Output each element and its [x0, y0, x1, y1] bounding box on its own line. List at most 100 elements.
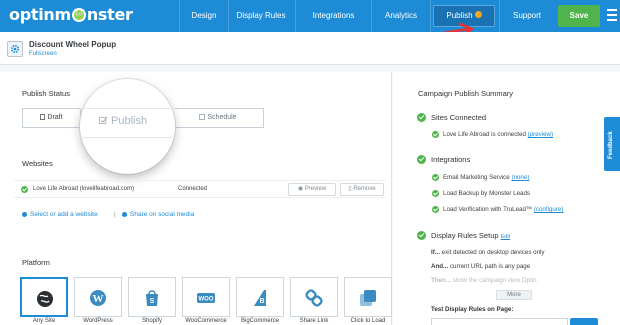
- link-separator: |: [114, 211, 116, 218]
- websites-heading: Websites: [22, 159, 53, 168]
- nav-publish-label: Publish: [446, 11, 473, 20]
- nav-support[interactable]: Support: [500, 0, 554, 32]
- tab-schedule[interactable]: Schedule: [173, 109, 263, 127]
- woocommerce-icon: WOO: [197, 293, 215, 303]
- svg-text:S: S: [150, 298, 155, 305]
- display-rules-edit-link[interactable]: Edit: [501, 234, 510, 240]
- plus-circle-icon: [22, 211, 27, 217]
- display-rules-heading: Display Rules Setup Edit: [431, 231, 510, 240]
- rule-line-2: And... current URL path is any page: [431, 263, 530, 270]
- website-status: Connected: [178, 186, 208, 192]
- publish-summary-panel: [393, 72, 620, 325]
- platform-bigcommerce[interactable]: B: [236, 277, 284, 317]
- document-icon: [40, 114, 46, 120]
- globe-icon: [37, 291, 53, 307]
- tab-draft-label: Draft: [47, 114, 63, 121]
- campaign-type-link[interactable]: Fullscreen: [29, 51, 57, 57]
- site-connected-text: Love Life Abroad is connected: [443, 131, 526, 138]
- wordpress-icon: W: [90, 290, 106, 306]
- preview-button[interactable]: ◉ Preview: [288, 183, 336, 196]
- test-page-url-input[interactable]: [431, 318, 568, 325]
- optinmonster-logo[interactable]: optinmonster optinmnster: [9, 5, 133, 24]
- add-website-link[interactable]: Select or add a website: [22, 211, 98, 218]
- sites-connected-heading: Sites Connected: [431, 113, 487, 122]
- platform-click-to-load[interactable]: [344, 277, 392, 317]
- logo-wordmark-part1: optinm: [9, 5, 71, 24]
- trulead-configure-link[interactable]: (configure): [534, 206, 564, 213]
- check-icon: [432, 174, 439, 181]
- check-icon: [432, 190, 439, 197]
- nav-display-rules[interactable]: Display Rules: [229, 0, 293, 32]
- monster-mascot-icon: [71, 8, 86, 22]
- remove-label: Remove: [353, 186, 376, 192]
- test-rules-label: Test Display Rules on Page:: [431, 306, 514, 313]
- calendar-icon: [199, 114, 206, 120]
- save-button[interactable]: Save: [558, 5, 600, 27]
- magnified-publish-tab[interactable]: Publish: [80, 79, 175, 174]
- platform-label: BigCommerce: [240, 318, 279, 324]
- campaign-settings-button[interactable]: [7, 41, 23, 57]
- integrations-check-icon: [417, 155, 426, 164]
- test-rules-button[interactable]: [570, 318, 598, 325]
- platform-label: Shopify: [141, 318, 162, 324]
- bigcommerce-icon: B: [254, 290, 266, 306]
- platform-any-site[interactable]: [20, 277, 68, 317]
- campaign-title: Discount Wheel Popup: [29, 40, 117, 49]
- rule-if: If...: [431, 249, 440, 256]
- website-row: Love Life Abroad (lovelifeabroad.com) Co…: [14, 180, 386, 198]
- connected-check-icon: [21, 186, 28, 193]
- campaign-header: Discount Wheel Popup Fullscreen: [0, 32, 620, 65]
- svg-text:W: W: [93, 293, 104, 305]
- feedback-label: Feedback: [608, 131, 614, 159]
- publish-status-dot-icon: [474, 11, 482, 19]
- hamburger-menu-icon[interactable]: [607, 9, 617, 21]
- rule-line-1-text: exit detected on desktop devices only: [439, 249, 545, 256]
- top-navigation: optinmonster optinmnster Design Display …: [0, 0, 620, 32]
- shopify-bag-icon: S: [146, 290, 158, 306]
- rule-line-3-text: show the campaign view Optin: [450, 277, 537, 284]
- rule-line-3: Then... show the campaign view Optin: [431, 277, 537, 284]
- site-connected-line: Love Life Abroad is connected (preview): [443, 131, 553, 138]
- platform-woocommerce[interactable]: WOO: [182, 277, 230, 317]
- remove-button[interactable]: ▯ Remove: [340, 183, 384, 196]
- link-chain-icon: [305, 289, 323, 307]
- publish-check-icon: [99, 116, 108, 125]
- tab-schedule-label: Schedule: [207, 114, 237, 121]
- tab-publish-label: Publish: [111, 115, 148, 127]
- share-icon: [122, 211, 127, 217]
- gear-icon: [10, 44, 20, 54]
- platform-heading: Platform: [22, 258, 50, 267]
- platform-label: WooCommerce: [185, 318, 227, 324]
- click-to-load-icon: [360, 290, 376, 306]
- platform-share-link[interactable]: [290, 277, 338, 317]
- share-social-label: Share on social media: [130, 211, 195, 218]
- trulead-line: Load Verification with TruLead™ (configu…: [443, 206, 563, 213]
- platform-shopify[interactable]: S: [128, 277, 176, 317]
- share-social-link[interactable]: Share on social media: [122, 211, 194, 218]
- rule-line-2-text: current URL path is any page: [448, 263, 531, 270]
- rule-then: Then...: [431, 277, 451, 284]
- preview-link[interactable]: (preview): [528, 131, 553, 138]
- tab-border-line: [80, 137, 175, 138]
- add-website-label: Select or add a website: [30, 211, 98, 218]
- svg-text:B: B: [259, 298, 264, 305]
- platform-label: Share Link: [299, 318, 329, 324]
- more-button[interactable]: More: [496, 290, 532, 300]
- platform-label: Any Site: [32, 318, 56, 324]
- platform-wordpress[interactable]: W: [74, 277, 122, 317]
- email-integration-line: Email Marketing Service (none): [443, 174, 529, 181]
- svg-text:WOO: WOO: [199, 297, 214, 303]
- feedback-tab[interactable]: Feedback: [604, 117, 620, 171]
- email-integration-text: Email Marketing Service: [443, 174, 510, 181]
- publish-status-heading: Publish Status: [22, 89, 70, 98]
- rule-and: And...: [431, 263, 449, 270]
- rule-line-1: If... exit detected on desktop devices o…: [431, 249, 545, 256]
- nav-integrations[interactable]: Integrations: [296, 0, 371, 32]
- email-integration-link[interactable]: (none): [511, 174, 529, 181]
- logo-wordmark-part2: nster: [86, 5, 133, 24]
- display-rules-title: Display Rules Setup: [431, 231, 499, 240]
- integrations-heading: Integrations: [431, 155, 471, 164]
- nav-design[interactable]: Design: [180, 0, 228, 32]
- tab-draft[interactable]: Draft: [23, 109, 81, 127]
- eye-icon: ◉: [297, 186, 305, 192]
